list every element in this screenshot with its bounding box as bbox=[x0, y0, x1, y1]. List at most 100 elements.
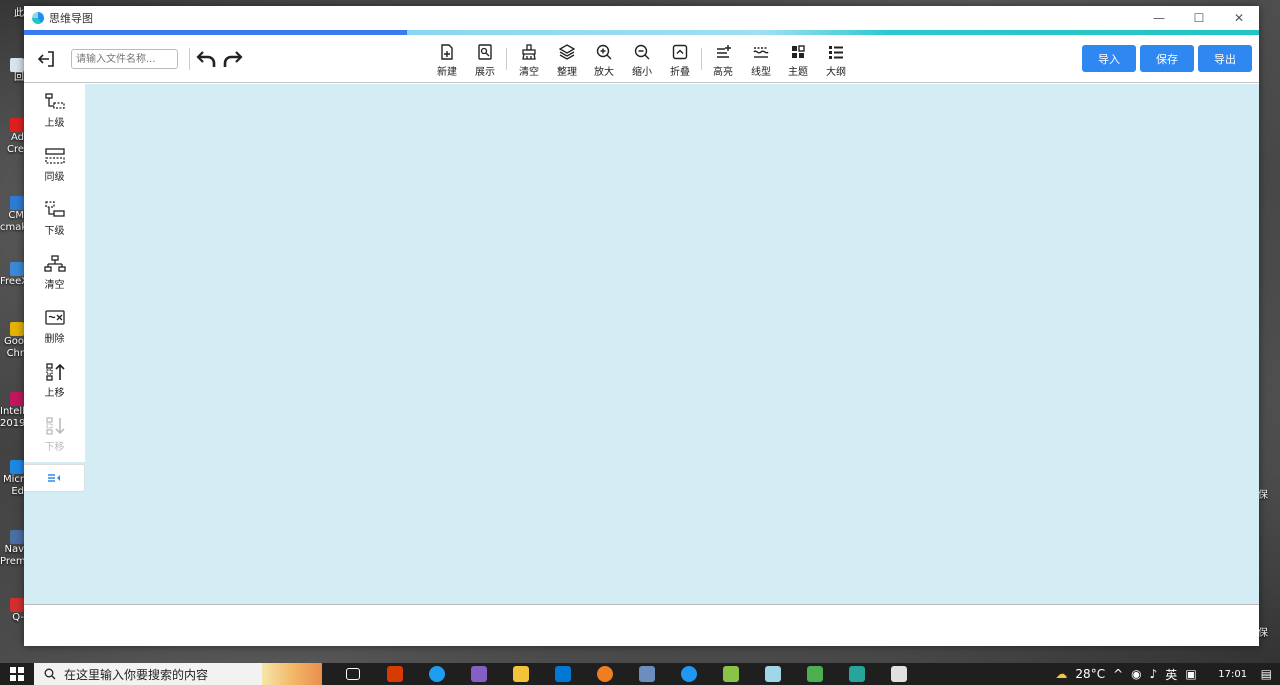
tool-clear[interactable]: 清空 bbox=[511, 43, 547, 79]
tool-theme[interactable]: 主题 bbox=[780, 43, 816, 79]
app-icon bbox=[849, 666, 865, 682]
sidebar-item-clear[interactable]: 清空 bbox=[24, 246, 85, 300]
sidebar-item-label: 下级 bbox=[44, 226, 65, 237]
taskbar-search-box[interactable]: 在这里输入你要搜索的内容 bbox=[34, 663, 322, 685]
tool-new[interactable]: 新建 bbox=[429, 43, 465, 79]
weather-temp[interactable]: 28°C bbox=[1075, 667, 1105, 681]
sidebar-item-child[interactable]: 下级 bbox=[24, 192, 85, 246]
taskbar-app[interactable] bbox=[626, 663, 668, 685]
taskbar-app[interactable] bbox=[752, 663, 794, 685]
notification-icon[interactable]: ▤ bbox=[1261, 667, 1272, 681]
desktop-icon[interactable]: FreeX bbox=[0, 262, 28, 288]
taskbar-app[interactable] bbox=[836, 663, 878, 685]
sidebar-collapse-button[interactable] bbox=[24, 464, 85, 492]
file-name-input[interactable] bbox=[71, 49, 178, 69]
desktop-icon[interactable]: Goo Chr bbox=[0, 322, 24, 360]
divider bbox=[506, 48, 507, 70]
sibling-node-icon bbox=[44, 148, 65, 164]
system-tray: ☁ 28°C ^ ◉ ♪ 英 ▣ 17:01 ▤ bbox=[1055, 663, 1280, 685]
sidebar-item-label: 删除 bbox=[44, 334, 65, 345]
desktop-icon[interactable]: 回 bbox=[0, 58, 24, 84]
outline-list-icon bbox=[829, 46, 843, 59]
taskbar-app[interactable] bbox=[458, 663, 500, 685]
tool-highlight[interactable]: 高亮 bbox=[705, 43, 741, 79]
tool-label: 放大 bbox=[594, 67, 614, 78]
tool-label: 缩小 bbox=[632, 67, 652, 78]
taskbar-app[interactable] bbox=[794, 663, 836, 685]
desktop-icon-label: Goo Chr bbox=[4, 336, 24, 359]
taskbar-app[interactable] bbox=[416, 663, 458, 685]
app-icon bbox=[597, 666, 613, 682]
node-sidebar: 上级 同级 下级 清空 删除 上移 下移 bbox=[24, 84, 85, 462]
window-title: 思维导图 bbox=[49, 12, 93, 25]
chrome-icon bbox=[10, 322, 24, 336]
tool-label: 整理 bbox=[557, 67, 577, 78]
file-explorer-icon bbox=[513, 666, 529, 682]
maximize-button[interactable]: ☐ bbox=[1179, 6, 1219, 30]
sidebar-item-label: 上移 bbox=[44, 388, 65, 399]
tray-chevron-icon[interactable]: ^ bbox=[1113, 667, 1123, 681]
tool-arrange[interactable]: 整理 bbox=[549, 43, 585, 79]
tool-label: 新建 bbox=[437, 67, 457, 78]
volume-icon[interactable]: ♪ bbox=[1150, 667, 1158, 681]
network-icon[interactable]: ◉ bbox=[1131, 667, 1141, 681]
divider bbox=[701, 48, 702, 70]
tool-zoom-in[interactable]: 放大 bbox=[586, 43, 622, 79]
desktop-icon[interactable]: Ad Cre bbox=[0, 118, 24, 156]
app-tray-icon[interactable]: ▣ bbox=[1185, 667, 1196, 681]
desktop-icon[interactable]: CM cmak bbox=[0, 196, 27, 234]
taskbar-app[interactable] bbox=[710, 663, 752, 685]
taskbar-app[interactable] bbox=[878, 663, 920, 685]
status-area bbox=[24, 605, 1259, 646]
ime-indicator[interactable]: 英 bbox=[1165, 666, 1177, 683]
tool-show[interactable]: 展示 bbox=[467, 43, 503, 79]
divider bbox=[189, 48, 190, 70]
sidebar-item-label: 同级 bbox=[44, 172, 65, 183]
sidebar-item-move-up[interactable]: 上移 bbox=[24, 354, 85, 408]
desktop-icon[interactable]: 此 bbox=[0, 8, 24, 20]
tool-label: 主题 bbox=[788, 67, 808, 78]
mindmap-canvas[interactable] bbox=[24, 84, 1259, 605]
minimize-button[interactable]: — bbox=[1139, 6, 1179, 30]
desktop-icon[interactable]: Q- bbox=[0, 598, 24, 624]
desktop-right-label: 保 bbox=[1258, 490, 1268, 501]
desktop-icon[interactable]: Nav Premi bbox=[0, 530, 28, 568]
redo-icon[interactable] bbox=[221, 48, 243, 70]
sidebar-item-parent[interactable]: 上级 bbox=[24, 84, 85, 138]
export-button[interactable]: 导出 bbox=[1198, 45, 1252, 72]
search-highlight-art bbox=[262, 663, 322, 685]
desktop-icon[interactable]: Intelli 2019 bbox=[0, 392, 28, 430]
parent-node-icon bbox=[44, 93, 65, 109]
taskbar-app[interactable] bbox=[374, 663, 416, 685]
tool-outline[interactable]: 大纲 bbox=[818, 43, 854, 79]
task-view-button[interactable] bbox=[332, 663, 374, 685]
sidebar-item-delete[interactable]: 删除 bbox=[24, 300, 85, 354]
import-button[interactable]: 导入 bbox=[1082, 45, 1136, 72]
presentation-icon bbox=[478, 44, 492, 60]
sidebar-item-label: 清空 bbox=[44, 280, 65, 291]
recycle-bin-icon bbox=[10, 58, 24, 72]
taskbar-app[interactable] bbox=[542, 663, 584, 685]
broom-icon bbox=[522, 44, 536, 60]
tool-line-type[interactable]: 线型 bbox=[743, 43, 779, 79]
tool-fold[interactable]: 折叠 bbox=[662, 43, 698, 79]
taskbar-app[interactable] bbox=[584, 663, 626, 685]
close-button[interactable]: ✕ bbox=[1219, 6, 1259, 30]
save-button[interactable]: 保存 bbox=[1140, 45, 1194, 72]
taskbar-app[interactable] bbox=[668, 663, 710, 685]
desktop-icon-label: 回 bbox=[14, 72, 24, 83]
start-button[interactable] bbox=[0, 663, 34, 685]
desktop-icon-label: Micr Ed bbox=[2, 474, 24, 497]
clock[interactable]: 17:01 bbox=[1205, 669, 1261, 680]
exit-icon[interactable] bbox=[36, 49, 56, 69]
sidebar-item-move-down[interactable]: 下移 bbox=[24, 408, 85, 462]
undo-icon[interactable] bbox=[196, 48, 218, 70]
desktop-icon[interactable]: Micr Ed bbox=[0, 460, 24, 498]
task-view-icon bbox=[346, 668, 360, 680]
app-icon bbox=[723, 666, 739, 682]
mindmap-app-icon bbox=[891, 666, 907, 682]
sidebar-item-sibling[interactable]: 同级 bbox=[24, 138, 85, 192]
freex-icon bbox=[10, 262, 24, 276]
tool-zoom-out[interactable]: 缩小 bbox=[624, 43, 660, 79]
taskbar-app[interactable] bbox=[500, 663, 542, 685]
